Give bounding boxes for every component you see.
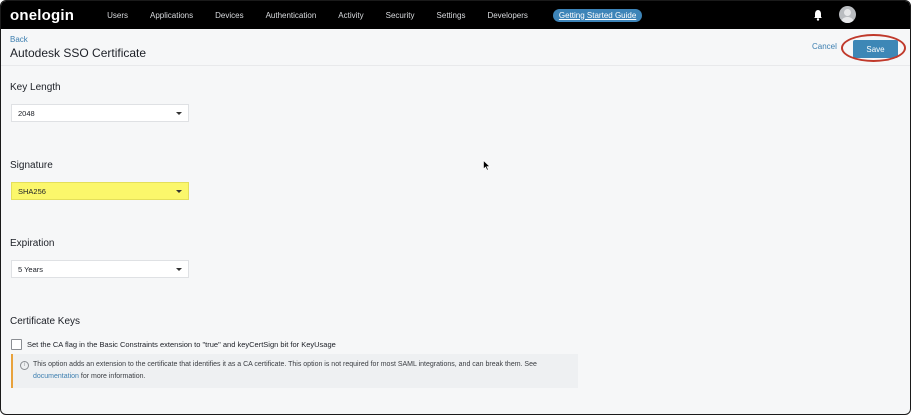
- getting-started-guide-button[interactable]: Getting Started Guide: [552, 8, 643, 22]
- nav-activity[interactable]: Activity: [338, 11, 363, 20]
- nav-security[interactable]: Security: [386, 11, 415, 20]
- info-notice: i This option adds an extension to the c…: [11, 354, 578, 388]
- nav-applications[interactable]: Applications: [150, 11, 193, 20]
- nav-users[interactable]: Users: [107, 11, 128, 20]
- expiration-select[interactable]: 5 Years: [11, 260, 189, 278]
- key-length-select[interactable]: 2048: [11, 104, 189, 122]
- ca-flag-checkbox[interactable]: [11, 339, 22, 350]
- signature-heading: Signature: [10, 160, 53, 171]
- app-window: onelogin Users Applications Devices Auth…: [0, 0, 911, 415]
- bell-icon[interactable]: [813, 9, 823, 21]
- back-link[interactable]: Back: [10, 35, 28, 44]
- onelogin-logo[interactable]: onelogin: [10, 7, 74, 24]
- chevron-down-icon: [176, 190, 182, 193]
- key-length-heading: Key Length: [10, 82, 61, 93]
- cancel-button[interactable]: Cancel: [812, 42, 837, 51]
- nav-settings[interactable]: Settings: [437, 11, 466, 20]
- nav-developers[interactable]: Developers: [487, 11, 527, 20]
- info-suffix: for more information.: [80, 373, 146, 380]
- chevron-down-icon: [176, 112, 182, 115]
- page-title: Autodesk SSO Certificate: [10, 46, 147, 60]
- documentation-link[interactable]: documentation: [33, 373, 79, 380]
- info-icon: i: [20, 361, 29, 370]
- certificate-keys-heading: Certificate Keys: [10, 316, 81, 327]
- signature-value: SHA256: [18, 186, 46, 196]
- user-avatar-icon[interactable]: [839, 6, 856, 23]
- top-navigation: onelogin Users Applications Devices Auth…: [1, 1, 910, 29]
- expiration-heading: Expiration: [10, 238, 55, 249]
- expiration-value: 5 Years: [18, 264, 44, 274]
- save-button[interactable]: Save: [853, 40, 898, 58]
- chevron-down-icon: [176, 268, 182, 271]
- page-header: Back Autodesk SSO Certificate Cancel: [1, 29, 910, 66]
- info-text: This option adds an extension to the cer…: [33, 361, 537, 368]
- ca-flag-label: Set the CA flag in the Basic Constraints…: [27, 340, 336, 349]
- key-length-value: 2048: [18, 108, 35, 118]
- ca-flag-row: Set the CA flag in the Basic Constraints…: [11, 339, 336, 350]
- nav-devices[interactable]: Devices: [215, 11, 243, 20]
- signature-select[interactable]: SHA256: [11, 182, 189, 200]
- mouse-pointer-icon: [483, 160, 491, 171]
- nav-authentication[interactable]: Authentication: [266, 11, 317, 20]
